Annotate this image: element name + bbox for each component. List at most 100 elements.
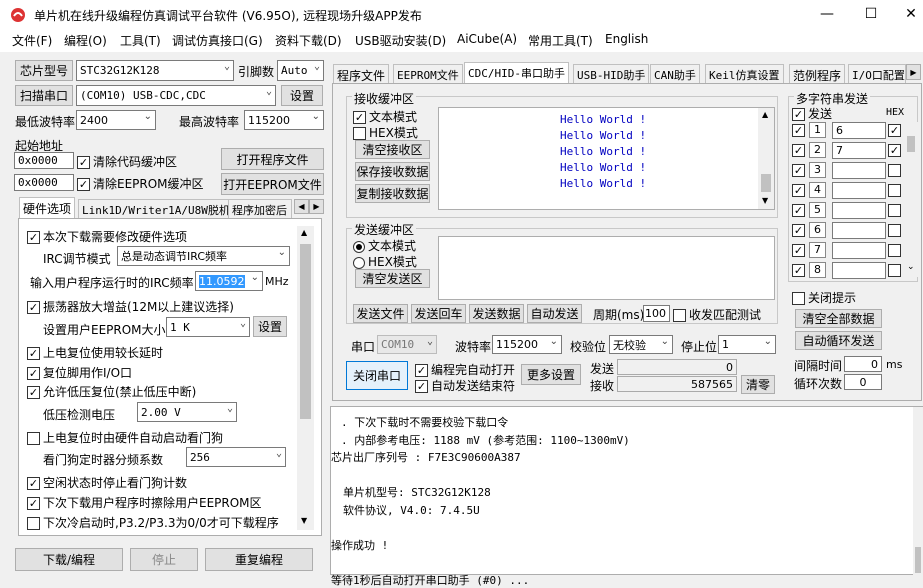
multi-row-send-checkbox[interactable]: ✓ [792, 163, 808, 177]
multi-row-send-checkbox[interactable]: ✓ [792, 203, 808, 217]
menu-usb-driver[interactable]: USB驱动安装(D) [355, 32, 446, 49]
period-input[interactable]: 100 [643, 305, 670, 322]
multi-row-hex-checkbox[interactable]: ✓ [888, 143, 904, 157]
eeprom-size-set-button[interactable]: 设置 [253, 316, 287, 337]
tab-scroll-right-icon[interactable]: ▶ [906, 64, 921, 80]
close-tip-checkbox[interactable]: 关闭提示 [792, 289, 856, 306]
hw-opt-reset-io[interactable]: ✓ 复位脚用作I/O口 [27, 364, 132, 381]
multi-row-number[interactable]: 5 [809, 202, 826, 218]
multi-row-send-checkbox[interactable]: ✓ [792, 243, 808, 257]
eeprom-size-select[interactable]: 1 K ⌄ [166, 317, 250, 337]
close-icon[interactable]: ✕ [900, 4, 922, 24]
send-enter-button[interactable]: 发送回车 [411, 304, 466, 323]
more-settings-button[interactable]: 更多设置 [521, 364, 581, 385]
tab-scroll-left-icon[interactable]: ◀ [294, 199, 309, 214]
multi-row-number[interactable]: 2 [809, 142, 826, 158]
irc-mode-select[interactable]: 总是动态调节IRC频率 ⌄ [117, 246, 290, 266]
multi-row-hex-checkbox[interactable] [888, 243, 904, 257]
tab-can[interactable]: CAN助手 [650, 64, 700, 85]
multi-row-number[interactable]: 3 [809, 162, 826, 178]
tab-encryption[interactable]: 程序加密后 [228, 199, 292, 220]
multi-row-input[interactable]: 6 [832, 122, 886, 139]
chevron-down-icon[interactable]: ⌄ [907, 262, 915, 272]
recv-text-mode-checkbox[interactable]: ✓ 文本模式 [353, 108, 417, 125]
clear-all-data-button[interactable]: 清空全部数据 [795, 309, 882, 328]
menu-common-tools[interactable]: 常用工具(T) [528, 32, 593, 49]
menu-file[interactable]: 文件(F) [12, 32, 52, 49]
multi-row-hex-checkbox[interactable] [888, 163, 904, 177]
port-select[interactable]: (COM10) USB-CDC,CDC ⌄ [76, 85, 276, 106]
receive-scrollbar[interactable]: ▲ ▼ [758, 108, 774, 209]
multi-row-send-checkbox[interactable]: ✓ [792, 263, 808, 277]
menu-english[interactable]: English [605, 32, 648, 46]
multi-row-hex-checkbox[interactable] [888, 223, 904, 237]
clear-count-button[interactable]: 清零 [741, 375, 775, 394]
hw-opt-long-delay[interactable]: ✓ 上电复位使用较长延时 [27, 344, 163, 361]
multi-row-hex-checkbox[interactable] [888, 203, 904, 217]
multi-row-input[interactable] [832, 222, 886, 239]
chip-model-button[interactable]: 芯片型号 [15, 60, 73, 81]
multi-row-send-checkbox[interactable]: ✓ [792, 123, 808, 137]
hw-scrollbar[interactable]: ▲ ▼ [297, 226, 314, 530]
tab-scroll-right-icon[interactable]: ▶ [309, 199, 324, 214]
close-serial-button[interactable]: 关闭串口 [346, 361, 408, 390]
clear-code-checkbox[interactable]: ✓ 清除代码缓冲区 [77, 153, 177, 170]
multi-row-hex-checkbox[interactable]: ✓ [888, 123, 904, 137]
multi-row-send-checkbox[interactable]: ✓ [792, 143, 808, 157]
multi-row-input[interactable] [832, 182, 886, 199]
menu-aicube[interactable]: AiCube(A) [457, 32, 517, 46]
eeprom-address-input[interactable]: 0x0000 [14, 174, 74, 191]
multi-row-number[interactable]: 1 [809, 122, 826, 138]
scroll-up-icon[interactable]: ▲ [762, 110, 768, 119]
auto-loop-send-button[interactable]: 自动循环发送 [795, 331, 882, 350]
multi-row-number[interactable]: 7 [809, 242, 826, 258]
auto-send-button[interactable]: 自动发送 [527, 304, 582, 323]
serial-port-select[interactable]: COM10 ⌄ [377, 335, 437, 354]
min-baud-select[interactable]: 2400 ⌄ [76, 110, 156, 130]
open-program-file-button[interactable]: 打开程序文件 [221, 148, 324, 170]
irc-freq-select[interactable]: 11.0592 ⌄ [195, 271, 263, 291]
tab-io-config[interactable]: I/O口配置 [848, 64, 906, 85]
hw-scroll-thumb[interactable] [300, 244, 311, 419]
multi-row-hex-checkbox[interactable] [888, 263, 904, 277]
send-file-button[interactable]: 发送文件 [353, 304, 408, 323]
tab-eeprom-file[interactable]: EEPROM文件 [393, 64, 463, 85]
code-address-input[interactable]: 0x0000 [14, 152, 74, 169]
multi-row-input[interactable]: 7 [832, 142, 886, 159]
menu-debug[interactable]: 调试仿真接口(G) [172, 32, 263, 49]
save-receive-button[interactable]: 保存接收数据 [355, 162, 430, 181]
send-textarea[interactable] [438, 236, 775, 300]
settings-button[interactable]: 设置 [281, 85, 323, 106]
hw-opt-osc-gain[interactable]: ✓ 振荡器放大增益(12M以上建议选择) [27, 298, 234, 315]
hw-opt-low-voltage[interactable]: ✓ 允许低压复位(禁止低压中断) [27, 383, 196, 400]
multi-row-send-checkbox[interactable]: ✓ [792, 183, 808, 197]
recv-hex-mode-checkbox[interactable]: HEX模式 [353, 124, 418, 141]
clear-receive-button[interactable]: 清空接收区 [355, 140, 430, 159]
match-test-checkbox[interactable]: 收发匹配测试 [673, 306, 761, 323]
low-voltage-select[interactable]: 2.00 V ⌄ [137, 402, 237, 422]
parity-select[interactable]: 无校验 ⌄ [609, 335, 673, 354]
loop-count-input[interactable]: 0 [844, 374, 882, 390]
menu-tools[interactable]: 工具(T) [120, 32, 161, 49]
interval-input[interactable]: 0 [844, 356, 882, 372]
scan-port-button[interactable]: 扫描串口 [15, 85, 73, 106]
stop-bits-select[interactable]: 1 ⌄ [718, 335, 776, 354]
minimize-icon[interactable]: — [816, 4, 838, 24]
multi-row-hex-checkbox[interactable] [888, 183, 904, 197]
multi-send-header[interactable]: ✓ 发送 [792, 105, 832, 122]
scroll-down-icon[interactable]: ▼ [301, 516, 307, 525]
baud-select[interactable]: 115200 ⌄ [492, 335, 562, 354]
tab-keil-settings[interactable]: Keil仿真设置 [705, 64, 784, 85]
send-text-mode-radio[interactable]: 文本模式 [353, 237, 416, 254]
maximize-icon[interactable]: ☐ [860, 4, 882, 24]
scroll-up-icon[interactable]: ▲ [301, 228, 307, 237]
multi-row-input[interactable] [832, 162, 886, 179]
max-baud-select[interactable]: 115200 ⌄ [244, 110, 324, 130]
multi-row-number[interactable]: 6 [809, 222, 826, 238]
tab-offline[interactable]: Link1D/Writer1A/U8W脱机 [78, 199, 234, 220]
menu-downloads[interactable]: 资料下载(D) [275, 32, 342, 49]
multi-scrollbar[interactable]: ⌄ [904, 122, 918, 277]
multi-row-input[interactable] [832, 262, 886, 279]
hw-opt-cold-start[interactable]: 下次冷启动时,P3.2/P3.3为0/0才可下载程序 [27, 514, 279, 531]
clear-send-button[interactable]: 清空发送区 [355, 269, 430, 288]
